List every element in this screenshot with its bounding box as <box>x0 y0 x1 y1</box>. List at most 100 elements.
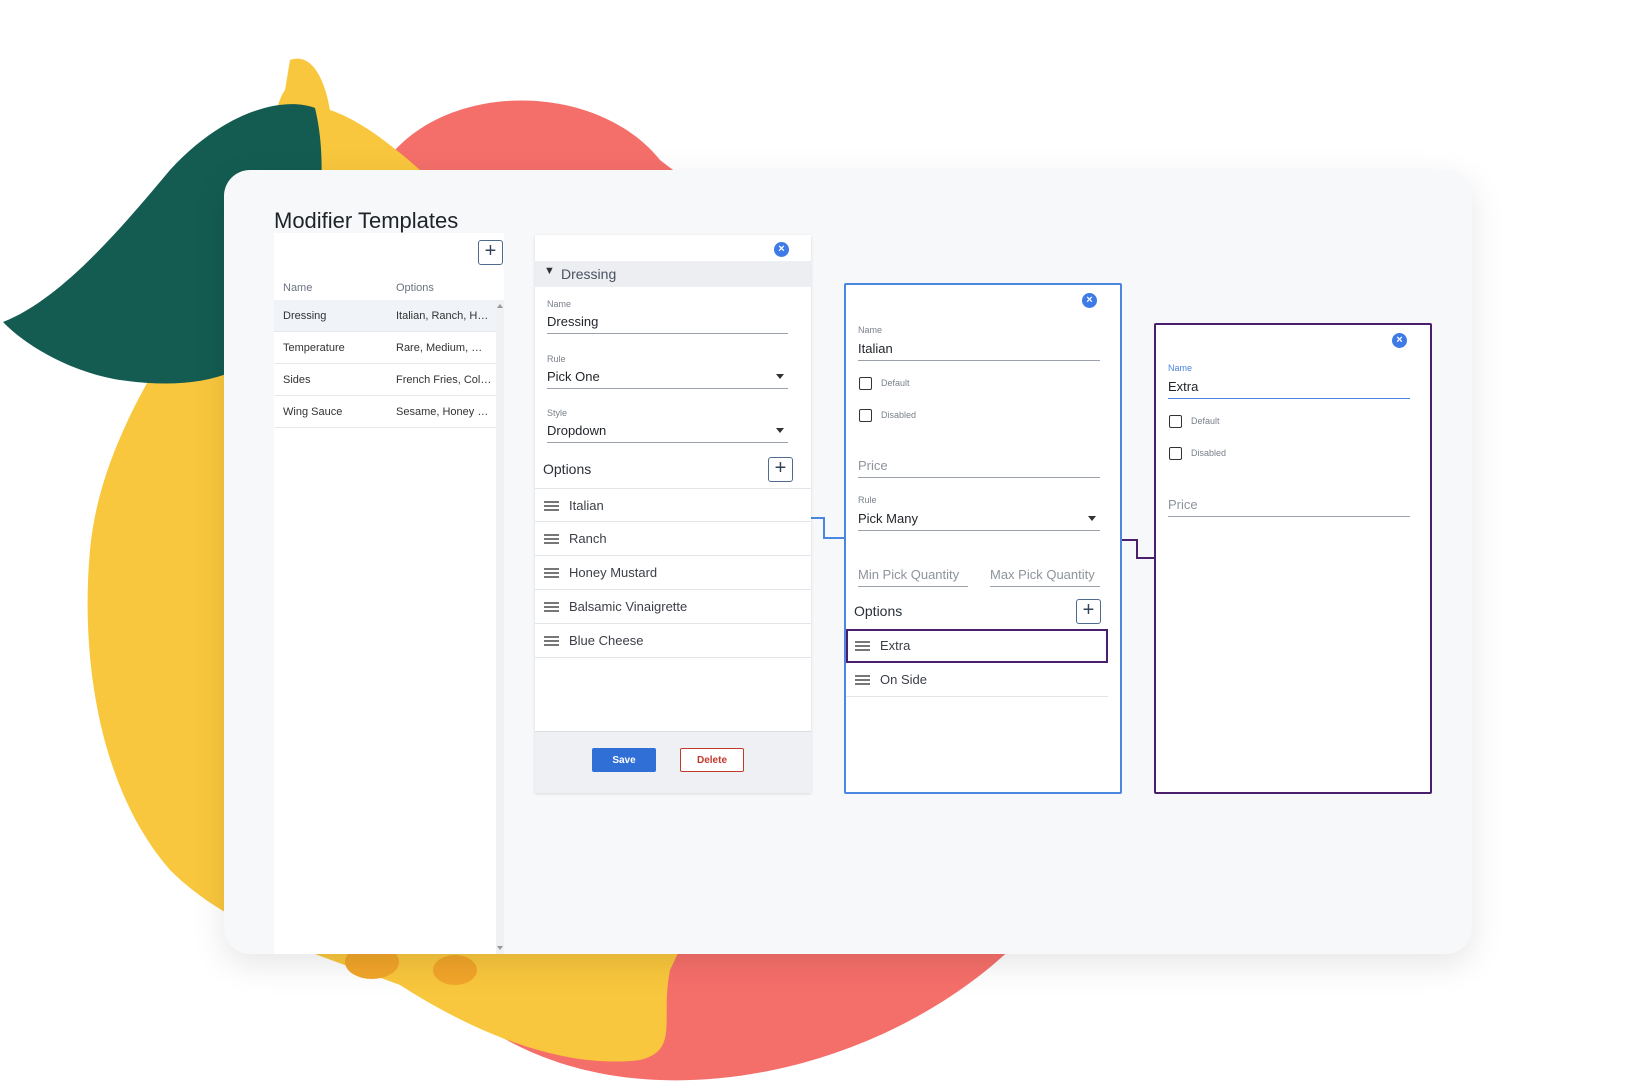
table-row[interactable]: Dressing Italian, Ranch, Ho... <box>274 300 496 332</box>
row-options: Sesame, Honey G... <box>396 406 492 418</box>
drag-handle-icon[interactable] <box>544 602 559 612</box>
drag-handle-icon[interactable] <box>544 568 559 578</box>
list-header: Name Options <box>274 278 496 300</box>
scroll-up-arrow-icon[interactable] <box>497 304 503 308</box>
table-row[interactable]: Wing Sauce Sesame, Honey G... <box>274 396 496 428</box>
price-placeholder: Price <box>858 458 888 473</box>
panel-footer: Save Delete <box>535 731 811 793</box>
dropdown-caret-icon <box>1088 516 1096 521</box>
name-value: Extra <box>1168 379 1199 394</box>
close-icon[interactable]: × <box>1392 333 1407 348</box>
row-options: Italian, Ranch, Ho... <box>396 310 492 322</box>
checkbox-box[interactable] <box>1169 415 1182 428</box>
add-option-button[interactable]: + <box>1076 599 1101 624</box>
style-label: Style <box>547 408 568 418</box>
option-label: Ranch <box>569 531 607 546</box>
option-row-selected[interactable]: Extra <box>846 629 1108 663</box>
plus-icon: + <box>774 457 787 479</box>
option-label: Honey Mustard <box>569 565 658 580</box>
rule-value: Pick Many <box>858 511 918 526</box>
table-row[interactable]: Temperature Rare, Medium, Well <box>274 332 496 364</box>
add-template-button[interactable]: + <box>478 240 503 265</box>
templates-list-panel: + Name Options Dressing Italian, Ranch, … <box>274 233 504 954</box>
save-button[interactable]: Save <box>592 748 656 772</box>
drag-handle-icon[interactable] <box>855 641 870 651</box>
scroll-down-arrow-icon[interactable] <box>497 946 503 950</box>
option-label: Blue Cheese <box>569 633 644 648</box>
name-field[interactable]: Name Extra <box>1168 363 1410 399</box>
option-row[interactable]: Honey Mustard <box>535 556 811 590</box>
option-row[interactable]: Balsamic Vinaigrette <box>535 590 811 624</box>
option-row[interactable]: Italian <box>535 488 811 522</box>
close-icon[interactable]: × <box>1082 293 1097 308</box>
dressing-edit-panel: × ▼ Dressing Name Dressing Rule Pick One… <box>535 235 811 793</box>
checkbox-box[interactable] <box>859 377 872 390</box>
extra-option-panel: × Name Extra Default Disabled Price <box>1154 323 1432 794</box>
options-label: Options <box>854 603 903 619</box>
min-pick-quantity-field[interactable]: Min Pick Quantity <box>858 561 968 587</box>
delete-button[interactable]: Delete <box>680 748 744 772</box>
row-options: French Fries, Cole... <box>396 374 492 386</box>
options-label: Options <box>543 461 592 477</box>
plus-icon: + <box>1082 599 1095 621</box>
name-label: Name <box>858 325 883 335</box>
rule-select[interactable]: Rule Pick One <box>547 354 788 389</box>
table-row[interactable]: Sides French Fries, Cole... <box>274 364 496 396</box>
list-scrollbar[interactable] <box>496 300 504 954</box>
option-label: Balsamic Vinaigrette <box>569 599 688 614</box>
option-row[interactable]: Ranch <box>535 522 811 556</box>
min-pick-placeholder: Min Pick Quantity <box>858 567 960 582</box>
drag-handle-icon[interactable] <box>544 534 559 544</box>
price-field[interactable]: Price <box>858 450 1100 478</box>
row-name: Dressing <box>283 310 327 322</box>
checkbox-label: Default <box>1191 416 1220 426</box>
section-header[interactable]: ▼ Dressing <box>535 261 811 287</box>
main-card: Modifier Templates + Name Options Dressi… <box>224 170 1472 954</box>
header-name: Name <box>283 282 313 294</box>
name-field[interactable]: Name Italian <box>858 325 1100 361</box>
add-option-button[interactable]: + <box>768 457 793 482</box>
drag-handle-icon[interactable] <box>544 501 559 511</box>
row-name: Sides <box>283 374 311 386</box>
max-pick-placeholder: Max Pick Quantity <box>990 567 1095 582</box>
option-label: Extra <box>880 638 911 653</box>
stage: Modifier Templates + Name Options Dressi… <box>0 0 1629 1088</box>
option-label: Italian <box>569 498 604 513</box>
checkbox-label: Default <box>881 378 910 388</box>
page-title: Modifier Templates <box>274 208 459 233</box>
connector-blue <box>811 517 844 539</box>
name-value: Dressing <box>547 314 599 329</box>
rule-select[interactable]: Rule Pick Many <box>858 495 1100 531</box>
drag-handle-icon[interactable] <box>855 675 870 685</box>
price-field[interactable]: Price <box>1168 489 1410 517</box>
option-row[interactable]: Blue Cheese <box>535 624 811 658</box>
checkbox-box[interactable] <box>1169 447 1182 460</box>
rule-label: Rule <box>547 354 566 364</box>
name-label: Name <box>547 299 572 309</box>
rule-value: Pick One <box>547 369 600 384</box>
chevron-down-icon: ▼ <box>544 265 555 277</box>
name-field[interactable]: Name Dressing <box>547 299 788 334</box>
row-options: Rare, Medium, Well <box>396 342 492 354</box>
connector-purple <box>1122 539 1154 559</box>
price-placeholder: Price <box>1168 497 1198 512</box>
style-select[interactable]: Style Dropdown <box>547 408 788 443</box>
style-value: Dropdown <box>547 423 607 438</box>
header-options: Options <box>396 282 434 294</box>
close-icon[interactable]: × <box>774 242 789 257</box>
option-row[interactable]: On Side <box>846 663 1108 697</box>
rule-label: Rule <box>858 495 877 505</box>
max-pick-quantity-field[interactable]: Max Pick Quantity <box>990 561 1100 587</box>
dropdown-caret-icon <box>776 428 784 433</box>
checkbox-label: Disabled <box>881 410 917 420</box>
italian-option-panel: × Name Italian Default Disabled Price Ru… <box>844 283 1122 794</box>
section-header-label: Dressing <box>561 266 617 282</box>
drag-handle-icon[interactable] <box>544 636 559 646</box>
dropdown-caret-icon <box>776 374 784 379</box>
plus-icon: + <box>484 240 497 262</box>
option-label: On Side <box>880 672 927 687</box>
checkbox-box[interactable] <box>859 409 872 422</box>
name-label: Name <box>1168 363 1193 373</box>
checkbox-label: Disabled <box>1191 448 1227 458</box>
yellow-spot <box>433 955 477 985</box>
